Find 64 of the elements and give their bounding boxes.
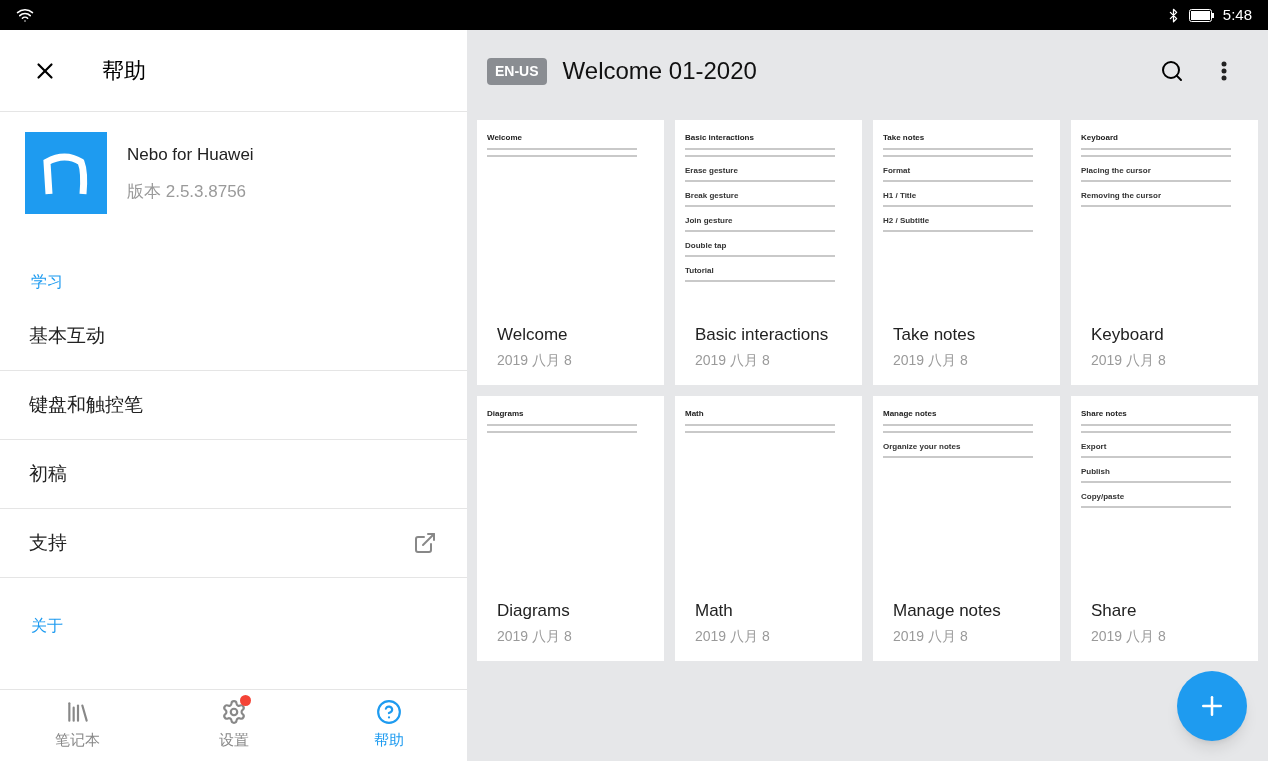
app-version: 版本 2.5.3.8756 — [127, 181, 248, 203]
notebook-title: Welcome 01-2020 — [562, 56, 757, 86]
preview-heading: Removing the cursor — [1081, 191, 1162, 201]
preview-heading: Organize your notes — [883, 442, 962, 452]
preview-title: Manage notes — [883, 408, 938, 420]
page-card[interactable]: Take notes Format H1 / Title H2 / Subtitle Take notes 2019 八月 8 — [873, 120, 1060, 385]
preview-title: Share notes — [1081, 408, 1128, 420]
wifi-icon — [16, 6, 34, 24]
page-title: Take notes — [893, 324, 977, 346]
preview-heading: Placing the cursor — [1081, 166, 1152, 176]
external-link-icon — [413, 531, 437, 555]
page-title: Share — [1091, 600, 1138, 622]
clock: 5:48 — [1222, 4, 1252, 25]
page-card[interactable]: Math Math 2019 八月 8 — [675, 396, 862, 661]
page-card[interactable]: Welcome Welcome 2019 八月 8 — [477, 120, 664, 385]
page-date: 2019 八月 8 — [893, 626, 969, 646]
page-card[interactable]: Share notes Export Publish Copy/paste Share 2019 八月 8 — [1071, 396, 1258, 661]
nav-tab[interactable]: 笔记本 — [0, 690, 156, 761]
preview-title: Take notes — [883, 132, 926, 144]
preview-heading: Publish — [1081, 467, 1111, 477]
preview-heading: Copy/paste — [1081, 492, 1126, 502]
page-title: Basic interactions — [695, 324, 830, 346]
preview-heading: Erase gesture — [685, 166, 739, 176]
preview-heading: Tutorial — [685, 266, 715, 276]
preview-heading: Export — [1081, 442, 1108, 452]
settings-icon — [220, 699, 247, 726]
page-card[interactable]: Diagrams Diagrams 2019 八月 8 — [477, 396, 664, 661]
page-card[interactable]: Manage notes Organize your notes Manage notes 2019 八月 8 — [873, 396, 1060, 661]
page-date: 2019 八月 8 — [1091, 350, 1167, 370]
preview-title: Basic interactions — [685, 132, 755, 144]
page-title: Math — [695, 600, 734, 622]
section-header: 学习 — [31, 272, 63, 292]
page-date: 2019 八月 8 — [1091, 626, 1167, 646]
page-title: Welcome — [497, 324, 569, 346]
preview-heading: Double tap — [685, 241, 728, 251]
page-card[interactable]: Keyboard Placing the cursor Removing the cursor Keyboard 2019 八月 8 — [1071, 120, 1258, 385]
preview-heading: H2 / Subtitle — [883, 216, 931, 226]
section-header: 关于 — [31, 616, 63, 636]
page-title: Keyboard — [1091, 324, 1165, 346]
app-name: Nebo for Huawei — [127, 143, 254, 166]
nav-tab[interactable]: 设置 — [155, 690, 312, 761]
page-date: 2019 八月 8 — [497, 626, 573, 646]
preview-title: Keyboard — [1081, 132, 1119, 144]
preview-title: Math — [685, 408, 705, 420]
page-date: 2019 八月 8 — [695, 350, 771, 370]
panel-title: 帮助 — [102, 57, 146, 85]
page-date: 2019 八月 8 — [497, 350, 573, 370]
menu-item[interactable]: 支持 — [0, 509, 467, 578]
preview-title: Welcome — [487, 132, 523, 144]
search-icon — [1160, 59, 1184, 83]
preview-heading: Format — [883, 166, 912, 176]
more-options-icon — [1221, 61, 1227, 81]
preview-heading: Join gesture — [685, 216, 734, 226]
battery-icon — [1188, 8, 1215, 22]
preview-heading: Break gesture — [685, 191, 740, 201]
preview-heading: H1 / Title — [883, 191, 918, 201]
page-date: 2019 八月 8 — [893, 350, 969, 370]
help-icon — [376, 699, 403, 726]
page-title: Manage notes — [893, 600, 1002, 622]
page-card[interactable]: Basic interactions Erase gesture Break gesture Join gesture Double tap Tutorial Basic interactions 2019 八月 8 — [675, 120, 862, 385]
language-tag: EN-US — [487, 57, 547, 85]
preview-title: Diagrams — [487, 408, 525, 420]
page-date: 2019 八月 8 — [695, 626, 771, 646]
page-title: Diagrams — [497, 600, 571, 622]
